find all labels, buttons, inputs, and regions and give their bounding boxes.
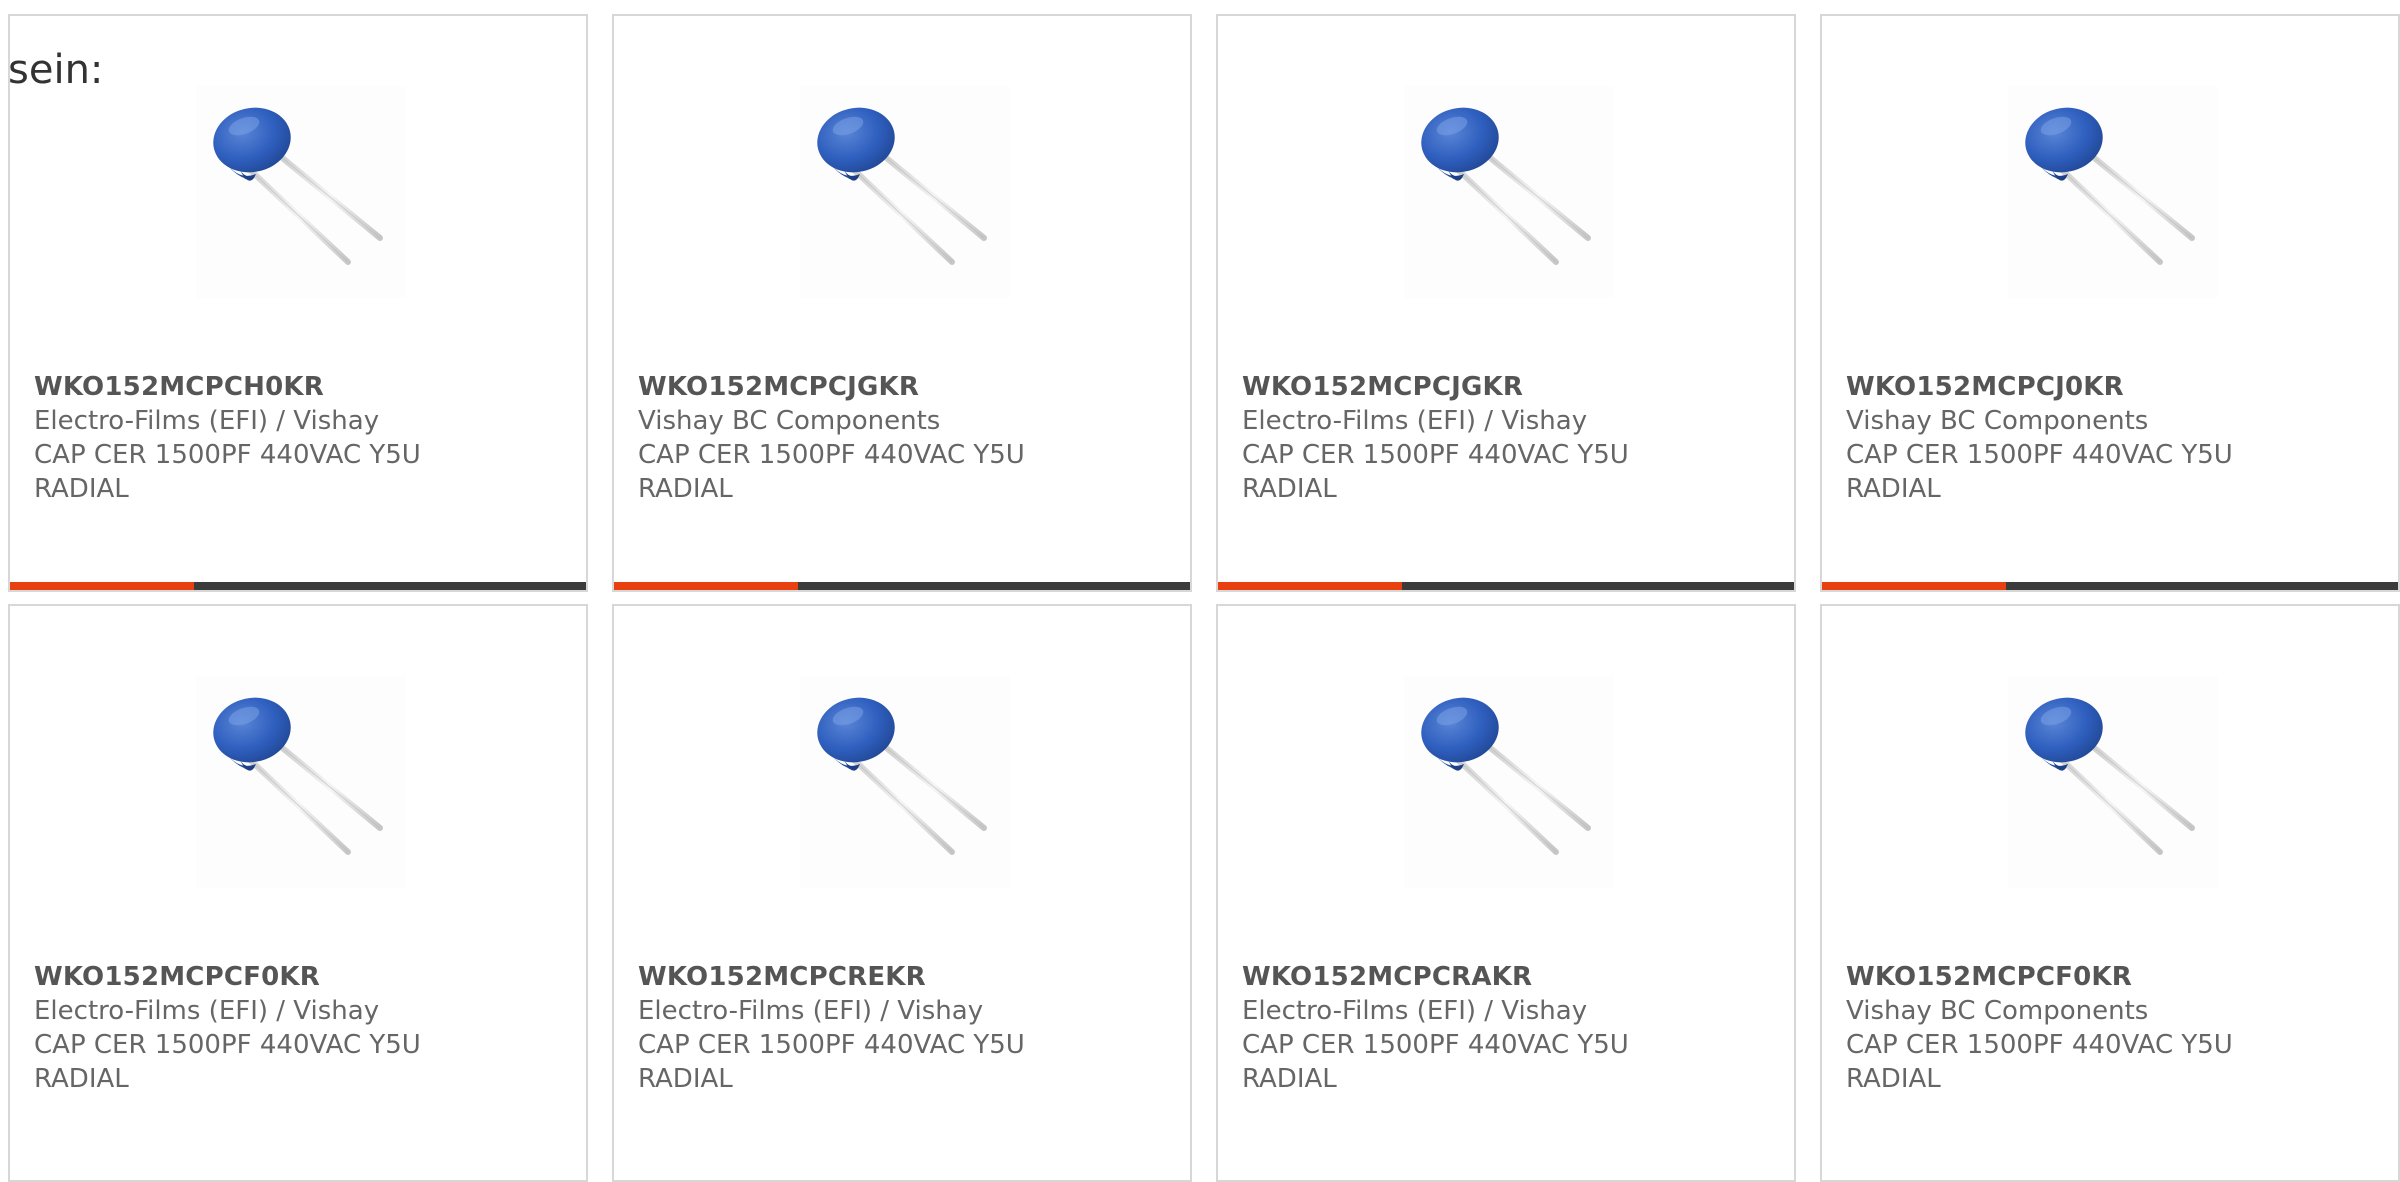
description-line-1: CAP CER 1500PF 440VAC Y5U	[1846, 1030, 2233, 1060]
description-line-2: RADIAL	[34, 1064, 129, 1094]
product-image[interactable]	[196, 86, 406, 298]
description-line-2: RADIAL	[1846, 1064, 1941, 1094]
product-card[interactable]: WKO152MCPCREKR Electro-Films (EFI) / Vis…	[612, 604, 1192, 1182]
radial-disc-capacitor-icon	[2025, 107, 2195, 265]
description-line-2: RADIAL	[638, 1064, 733, 1094]
product-info: WKO152MCPCH0KR Electro-Films (EFI) / Vis…	[34, 370, 564, 506]
manufacturer-name: Vishay BC Components	[638, 406, 941, 436]
progress-bar	[1218, 582, 1794, 590]
description-line-1: CAP CER 1500PF 440VAC Y5U	[1242, 440, 1629, 470]
part-number-link[interactable]: WKO152MCPCJ0KR	[1846, 370, 2376, 404]
progress-bar-fill	[614, 582, 799, 590]
progress-bar-track	[1402, 582, 1794, 590]
progress-bar	[614, 582, 1190, 590]
radial-disc-capacitor-icon	[213, 697, 383, 855]
progress-bar-track	[2006, 582, 2398, 590]
radial-disc-capacitor-icon	[2025, 697, 2195, 855]
description-line-1: CAP CER 1500PF 440VAC Y5U	[638, 440, 1025, 470]
description-line-1: CAP CER 1500PF 440VAC Y5U	[1846, 440, 2233, 470]
progress-bar-fill	[1218, 582, 1403, 590]
progress-bar-fill	[10, 582, 195, 590]
part-number-link[interactable]: WKO152MCPCF0KR	[1846, 960, 2376, 994]
product-card[interactable]: WKO152MCPCJGKR Electro-Films (EFI) / Vis…	[1216, 14, 1796, 592]
part-number-link[interactable]: WKO152MCPCREKR	[638, 960, 1168, 994]
product-image[interactable]	[196, 676, 406, 888]
manufacturer-name: Electro-Films (EFI) / Vishay	[1242, 406, 1588, 436]
product-image[interactable]	[2008, 676, 2218, 888]
product-image[interactable]	[2008, 86, 2218, 298]
product-info: WKO152MCPCRAKR Electro-Films (EFI) / Vis…	[1242, 960, 1772, 1096]
description-line-2: RADIAL	[1846, 474, 1941, 504]
radial-disc-capacitor-icon	[817, 697, 987, 855]
part-number-link[interactable]: WKO152MCPCJGKR	[638, 370, 1168, 404]
product-image[interactable]	[800, 676, 1010, 888]
description-line-2: RADIAL	[638, 474, 733, 504]
radial-disc-capacitor-icon	[1421, 107, 1591, 265]
intro-text: sein:	[8, 47, 104, 93]
progress-bar	[1822, 582, 2398, 590]
manufacturer-name: Electro-Films (EFI) / Vishay	[34, 406, 380, 436]
description-line-1: CAP CER 1500PF 440VAC Y5U	[638, 1030, 1025, 1060]
product-card[interactable]: WKO152MCPCF0KR Vishay BC Components CAP …	[1820, 604, 2400, 1182]
manufacturer-name: Vishay BC Components	[1846, 406, 2149, 436]
product-grid: WKO152MCPCH0KR Electro-Films (EFI) / Vis…	[0, 0, 2400, 1182]
product-info: WKO152MCPCJGKR Electro-Films (EFI) / Vis…	[1242, 370, 1772, 506]
radial-disc-capacitor-icon	[817, 107, 987, 265]
description-line-1: CAP CER 1500PF 440VAC Y5U	[1242, 1030, 1629, 1060]
part-number-link[interactable]: WKO152MCPCH0KR	[34, 370, 564, 404]
progress-bar-track	[194, 582, 586, 590]
product-card[interactable]: WKO152MCPCJGKR Vishay BC Components CAP …	[612, 14, 1192, 592]
manufacturer-name: Electro-Films (EFI) / Vishay	[638, 996, 984, 1026]
product-info: WKO152MCPCJGKR Vishay BC Components CAP …	[638, 370, 1168, 506]
radial-disc-capacitor-icon	[1421, 697, 1591, 855]
product-image[interactable]	[800, 86, 1010, 298]
progress-bar	[10, 582, 586, 590]
manufacturer-name: Electro-Films (EFI) / Vishay	[34, 996, 380, 1026]
product-card[interactable]: WKO152MCPCF0KR Electro-Films (EFI) / Vis…	[8, 604, 588, 1182]
product-card[interactable]: WKO152MCPCH0KR Electro-Films (EFI) / Vis…	[8, 14, 588, 592]
manufacturer-name: Vishay BC Components	[1846, 996, 2149, 1026]
manufacturer-name: Electro-Films (EFI) / Vishay	[1242, 996, 1588, 1026]
progress-bar-fill	[1822, 582, 2007, 590]
product-info: WKO152MCPCF0KR Vishay BC Components CAP …	[1846, 960, 2376, 1096]
part-number-link[interactable]: WKO152MCPCJGKR	[1242, 370, 1772, 404]
progress-bar-track	[798, 582, 1190, 590]
description-line-2: RADIAL	[34, 474, 129, 504]
product-image[interactable]	[1404, 676, 1614, 888]
product-card[interactable]: WKO152MCPCJ0KR Vishay BC Components CAP …	[1820, 14, 2400, 592]
description-line-1: CAP CER 1500PF 440VAC Y5U	[34, 1030, 421, 1060]
radial-disc-capacitor-icon	[213, 107, 383, 265]
product-info: WKO152MCPCF0KR Electro-Films (EFI) / Vis…	[34, 960, 564, 1096]
product-image[interactable]	[1404, 86, 1614, 298]
part-number-link[interactable]: WKO152MCPCF0KR	[34, 960, 564, 994]
description-line-1: CAP CER 1500PF 440VAC Y5U	[34, 440, 421, 470]
description-line-2: RADIAL	[1242, 474, 1337, 504]
product-info: WKO152MCPCREKR Electro-Films (EFI) / Vis…	[638, 960, 1168, 1096]
product-info: WKO152MCPCJ0KR Vishay BC Components CAP …	[1846, 370, 2376, 506]
description-line-2: RADIAL	[1242, 1064, 1337, 1094]
product-card[interactable]: WKO152MCPCRAKR Electro-Films (EFI) / Vis…	[1216, 604, 1796, 1182]
part-number-link[interactable]: WKO152MCPCRAKR	[1242, 960, 1772, 994]
